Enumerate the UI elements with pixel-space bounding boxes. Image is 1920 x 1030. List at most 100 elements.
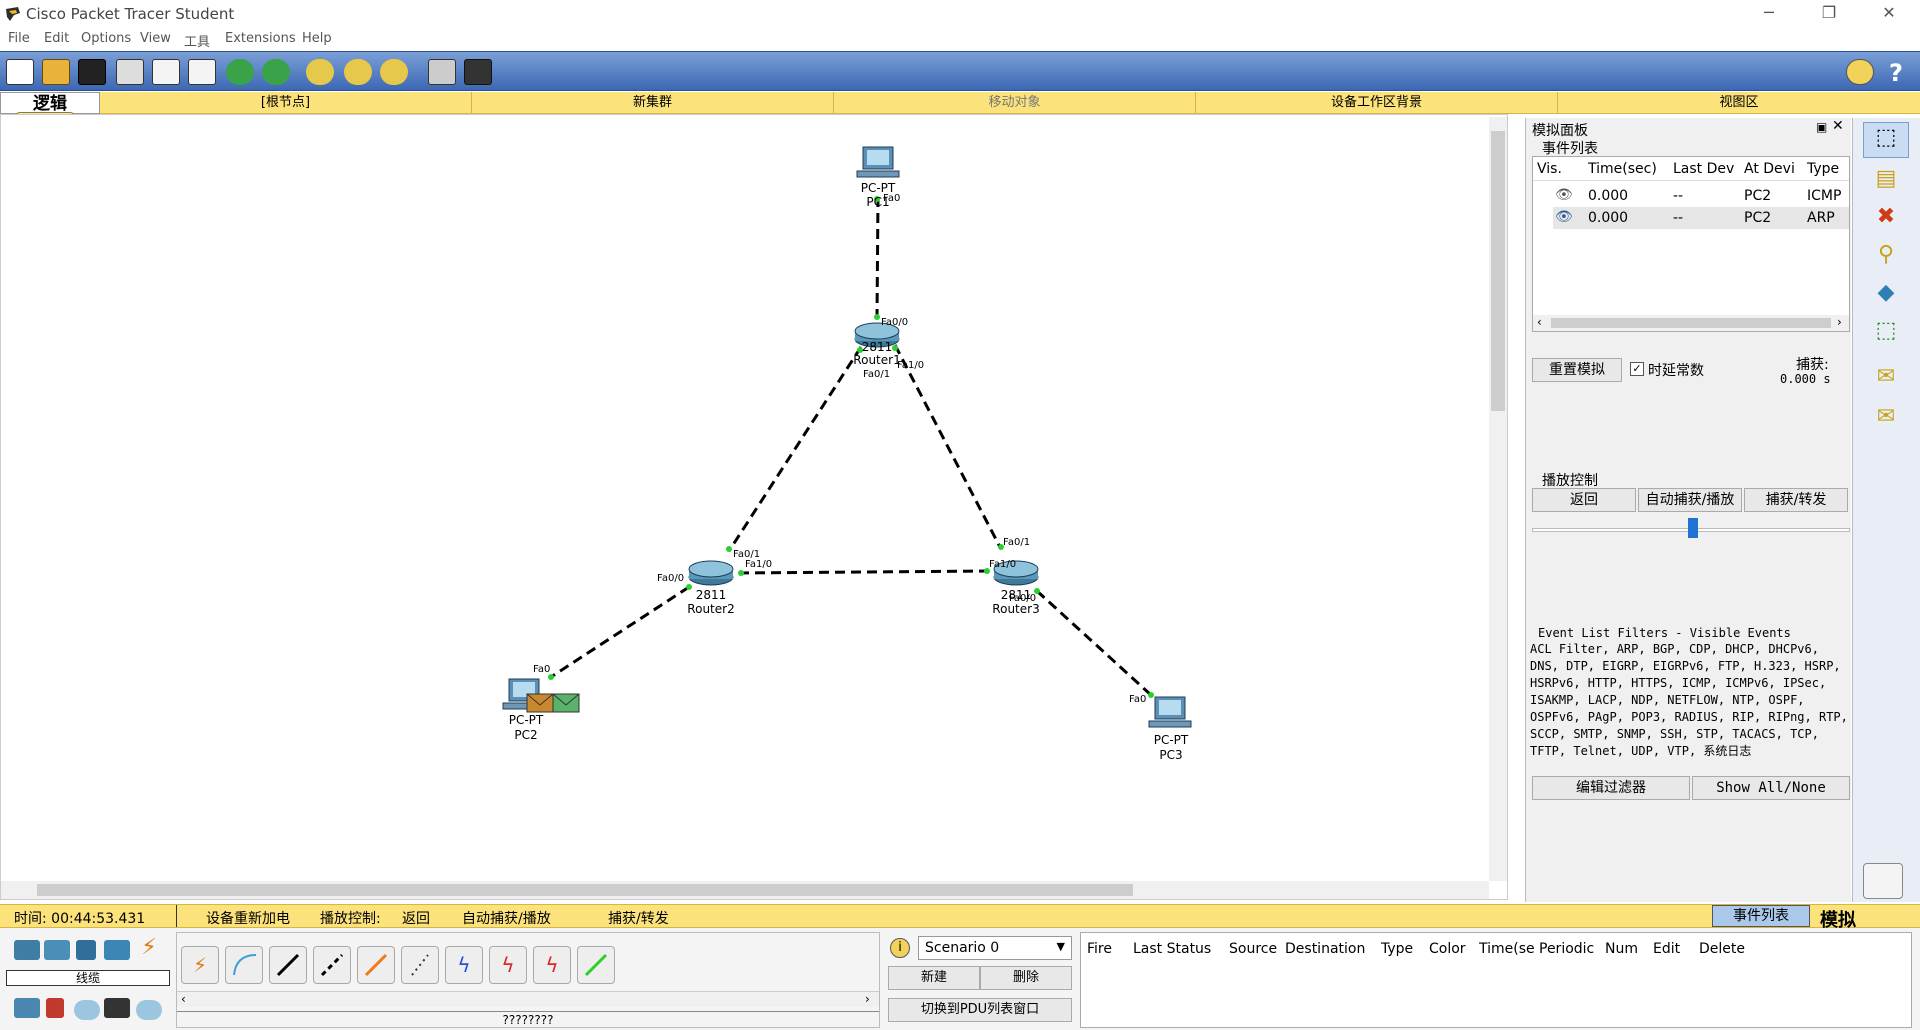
playback-speed-handle[interactable]: [1688, 518, 1698, 538]
switches-category-icon[interactable]: [44, 940, 70, 960]
pdu-col-delete[interactable]: Delete: [1699, 941, 1745, 957]
horizontal-scroll-thumb[interactable]: [37, 884, 1133, 896]
root-node-button[interactable]: [根节点]: [100, 92, 472, 114]
complex-pdu-icon[interactable]: ✉: [1871, 402, 1901, 432]
menu-extensions[interactable]: Extensions: [225, 31, 296, 46]
edit-filters-button[interactable]: 编辑过滤器: [1532, 776, 1690, 800]
close-window-button[interactable]: ✕: [1866, 3, 1912, 25]
undo-icon[interactable]: [226, 59, 254, 85]
col-time[interactable]: Time(sec): [1588, 161, 1657, 177]
inspect-tool-icon[interactable]: ⚲: [1871, 240, 1901, 270]
logical-workspace[interactable]: PC-PT PC1 Fa0 2811 Router1 Fa0/0 Fa0/1 F…: [0, 114, 1508, 900]
octal-cable-icon[interactable]: [577, 946, 615, 984]
eye-icon[interactable]: 👁: [1555, 209, 1573, 225]
scenario-info-icon[interactable]: i: [890, 938, 910, 958]
custom-devices-category-icon[interactable]: [104, 998, 130, 1018]
scroll-left-icon[interactable]: ‹: [1537, 315, 1542, 329]
pdu-col-source[interactable]: Source: [1229, 941, 1277, 957]
scroll-left-icon[interactable]: ‹: [181, 992, 186, 1006]
end-devices-category-icon[interactable]: [14, 998, 40, 1018]
event-list-table[interactable]: Vis. Time(sec) Last Dev At Devi Type 👁 0…: [1532, 156, 1850, 332]
select-tool-icon[interactable]: ⬚: [1863, 122, 1909, 158]
new-file-icon[interactable]: [6, 59, 34, 85]
eye-icon[interactable]: 👁: [1555, 187, 1573, 203]
workspace-vertical-scrollbar[interactable]: [1489, 117, 1507, 881]
auto-cable-icon[interactable]: ⚡: [181, 946, 219, 984]
new-scenario-button[interactable]: 新建: [888, 966, 980, 990]
event-list-tab[interactable]: 事件列表: [1712, 905, 1810, 927]
redo-icon[interactable]: [262, 59, 290, 85]
phone-cable-icon[interactable]: [401, 946, 439, 984]
pdu-col-destination[interactable]: Destination: [1285, 941, 1365, 957]
scenario-select[interactable]: Scenario 0 ▼: [918, 936, 1072, 960]
menu-options[interactable]: Options: [81, 31, 131, 46]
wireless-category-icon[interactable]: [104, 940, 130, 960]
topology-canvas[interactable]: PC-PT PC1 Fa0 2811 Router1 Fa0/0 Fa0/1 F…: [1, 115, 1508, 900]
menu-help[interactable]: Help: [302, 31, 332, 46]
link-pc1-router1[interactable]: [875, 196, 880, 318]
constant-delay-checkbox[interactable]: ✓: [1630, 362, 1644, 376]
toggle-pdu-list-button[interactable]: 切换到PDU列表窗口: [888, 998, 1072, 1022]
crossover-cable-icon[interactable]: [313, 946, 351, 984]
table-row[interactable]: 👁 0.000 -- PC2 ICMP: [1533, 185, 1849, 207]
cable-palette-scrollbar[interactable]: ‹ ›: [177, 991, 879, 1007]
pdu-col-fire[interactable]: Fire: [1087, 941, 1112, 957]
panel-undock-icon[interactable]: ▣: [1816, 120, 1827, 134]
power-cycle-button[interactable]: 设备重新加电: [206, 908, 290, 928]
scroll-thumb[interactable]: [1551, 318, 1831, 328]
console-cable-icon[interactable]: [225, 946, 263, 984]
pdu-col-time[interactable]: Time(se: [1479, 941, 1535, 957]
pdu-col-color[interactable]: Color: [1429, 941, 1466, 957]
security-category-icon[interactable]: [46, 998, 64, 1018]
help-icon[interactable]: ?: [1882, 59, 1910, 87]
custom-device-icon[interactable]: [464, 59, 492, 85]
info-icon[interactable]: [1846, 59, 1874, 85]
hubs-category-icon[interactable]: [76, 940, 96, 960]
back-button[interactable]: 返回: [1532, 488, 1636, 512]
copy-icon[interactable]: [188, 59, 216, 85]
link-router1-router3[interactable]: [893, 344, 1003, 550]
pdu-col-type[interactable]: Type: [1381, 941, 1413, 957]
viewport-button[interactable]: 视图区: [1558, 92, 1920, 114]
delete-scenario-button[interactable]: 删除: [980, 966, 1072, 990]
link-router3-pc3[interactable]: [1035, 589, 1153, 697]
simulation-mode-icon[interactable]: [1863, 863, 1903, 899]
col-at-device[interactable]: At Devi: [1744, 161, 1795, 177]
col-vis[interactable]: Vis.: [1537, 161, 1562, 177]
event-table-hscrollbar[interactable]: ‹ ›: [1533, 315, 1849, 331]
link-router2-pc2[interactable]: [550, 585, 690, 679]
move-object-button[interactable]: 移动对象: [834, 92, 1196, 114]
pdu-envelope-icmp-icon[interactable]: [526, 693, 554, 713]
vertical-scroll-thumb[interactable]: [1491, 131, 1505, 411]
restore-button[interactable]: ❐: [1806, 3, 1852, 25]
link-router2-router3[interactable]: [738, 569, 988, 575]
panel-close-icon[interactable]: ✕: [1832, 118, 1844, 134]
wan-emulation-category-icon[interactable]: [74, 1000, 100, 1020]
menu-file[interactable]: File: [8, 31, 30, 46]
routers-category-icon[interactable]: [14, 940, 40, 960]
table-row[interactable]: 👁 0.000 -- PC2 ARP: [1553, 207, 1849, 229]
pdu-envelope-arp-icon[interactable]: [552, 693, 580, 713]
activity-wizard-icon[interactable]: [152, 59, 180, 85]
device-router1[interactable]: 2811 Router1: [853, 322, 901, 367]
pdu-col-edit[interactable]: Edit: [1653, 941, 1680, 957]
status-capture-forward-button[interactable]: 捕获/转发: [608, 908, 669, 928]
link-router1-router2[interactable]: [727, 346, 863, 552]
fiber-cable-icon[interactable]: [357, 946, 395, 984]
status-back-button[interactable]: 返回: [402, 908, 430, 928]
menu-edit[interactable]: Edit: [44, 31, 69, 46]
pdu-col-periodic[interactable]: Periodic: [1539, 941, 1594, 957]
resize-tool-icon[interactable]: ⬚: [1871, 316, 1901, 346]
set-background-button[interactable]: 设备工作区背景: [1196, 92, 1558, 114]
pdu-col-num[interactable]: Num: [1605, 941, 1638, 957]
workspace-horizontal-scrollbar[interactable]: [1, 881, 1489, 899]
note-tool-icon[interactable]: ▤: [1871, 164, 1901, 194]
serial-dte-cable-icon[interactable]: ϟ: [533, 946, 571, 984]
draw-shape-tool-icon[interactable]: ◆: [1871, 278, 1901, 308]
connections-category-icon[interactable]: ⚡: [136, 937, 162, 959]
palette-icon[interactable]: [428, 59, 456, 85]
open-folder-icon[interactable]: [42, 59, 70, 85]
reset-simulation-button[interactable]: 重置模拟: [1532, 358, 1622, 382]
serial-dce-cable-icon[interactable]: ϟ: [489, 946, 527, 984]
coaxial-cable-icon[interactable]: ϟ: [445, 946, 483, 984]
